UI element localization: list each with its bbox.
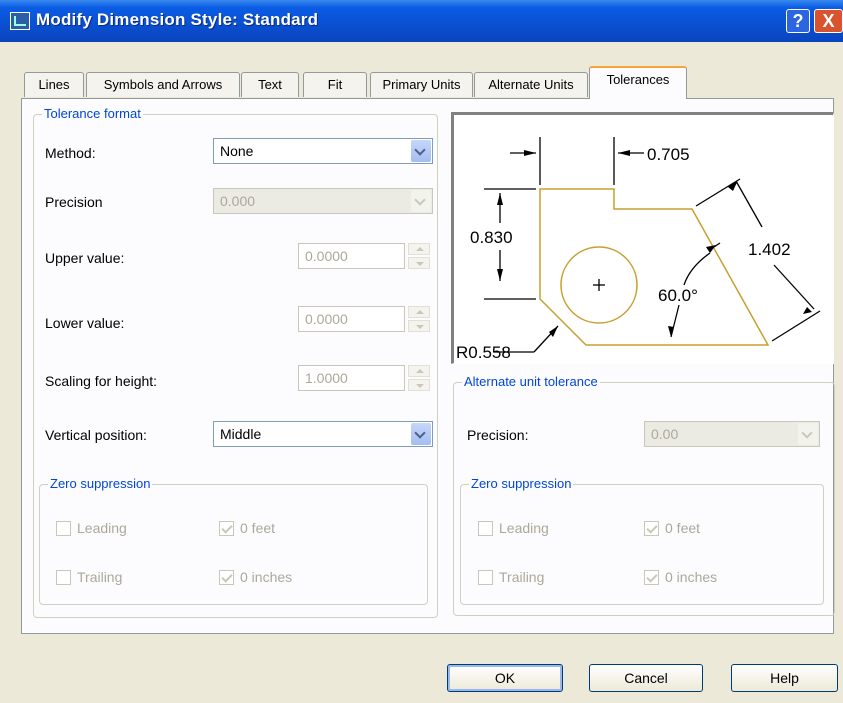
vertical-position-select[interactable]: Middle	[213, 421, 433, 447]
method-value: None	[220, 143, 254, 159]
precision-value: 0.000	[220, 193, 256, 209]
method-label: Method:	[45, 145, 96, 161]
preview-drawing: 0.705 0.830 1.402 60.0° R0.558	[456, 137, 821, 362]
spin-down-icon[interactable]	[408, 257, 430, 269]
alt-zero-suppression-legend: Zero suppression	[469, 476, 574, 491]
alt-precision-label: Precision:	[467, 427, 529, 443]
dim-right-text: 1.402	[748, 240, 791, 259]
tab-fit[interactable]: Fit	[303, 72, 367, 97]
leading-checkbox[interactable]	[56, 521, 71, 536]
alt-zero-suppression-group: Zero suppression	[460, 476, 824, 605]
scaling-spinner[interactable]: 1.0000	[298, 365, 430, 391]
method-select[interactable]: None	[213, 138, 433, 164]
tab-alternate-units[interactable]: Alternate Units	[474, 72, 588, 97]
zero-suppression-legend: Zero suppression	[48, 476, 153, 491]
lower-value-value: 0.0000	[305, 311, 348, 327]
alt-zero-feet-checkbox[interactable]	[644, 521, 659, 536]
tab-lines[interactable]: Lines	[24, 72, 84, 97]
precision-select[interactable]: 0.000	[213, 188, 433, 214]
alt-leading-checkbox[interactable]	[478, 521, 493, 536]
help-title-button[interactable]: ?	[786, 9, 810, 33]
alt-zero-inches-checkbox[interactable]	[644, 570, 659, 585]
trailing-checkbox[interactable]	[56, 570, 71, 585]
spin-up-icon[interactable]	[408, 243, 430, 255]
tab-symbols-and-arrows[interactable]: Symbols and Arrows	[86, 72, 240, 97]
vertical-position-label: Vertical position:	[45, 427, 147, 443]
upper-value-value: 0.0000	[305, 248, 348, 264]
angle-text: 60.0°	[658, 286, 698, 305]
precision-label: Precision	[45, 194, 103, 210]
dialog-window: Modify Dimension Style: Standard ? X Lin…	[0, 0, 843, 703]
alt-leading-label: Leading	[499, 520, 549, 536]
radius-text: R0.558	[456, 343, 511, 362]
tab-text[interactable]: Text	[241, 72, 299, 97]
zero-feet-checkbox[interactable]	[219, 521, 234, 536]
dim-left-text: 0.830	[470, 228, 513, 247]
vertical-position-value: Middle	[220, 426, 262, 442]
alt-precision-select[interactable]: 0.00	[644, 421, 820, 447]
chevron-down-icon[interactable]	[798, 423, 818, 445]
alt-zero-feet-label: 0 feet	[665, 520, 701, 536]
app-icon	[10, 12, 30, 30]
part-outline	[539, 188, 770, 346]
zero-inches-checkbox[interactable]	[219, 570, 234, 585]
cancel-button[interactable]: Cancel	[589, 664, 703, 692]
scaling-value: 1.0000	[305, 370, 348, 386]
upper-value-spinner[interactable]: 0.0000	[298, 243, 430, 269]
chevron-down-icon[interactable]	[411, 140, 431, 162]
dimension-preview: 0.705 0.830 1.402 60.0° R0.558	[451, 112, 834, 364]
alt-trailing-label: Trailing	[499, 569, 545, 585]
zero-inches-label: 0 inches	[240, 569, 293, 585]
zero-suppression-group: Zero suppression	[39, 476, 428, 605]
lower-value-label: Lower value:	[45, 315, 125, 331]
leading-label: Leading	[77, 520, 127, 536]
spin-up-icon[interactable]	[408, 365, 430, 377]
scaling-label: Scaling for height:	[45, 373, 158, 389]
tab-tolerances[interactable]: Tolerances	[589, 66, 687, 99]
tolerance-format-legend: Tolerance format	[42, 106, 143, 121]
chevron-down-icon[interactable]	[411, 190, 431, 212]
spin-down-icon[interactable]	[408, 379, 430, 391]
ok-button[interactable]: OK	[447, 664, 563, 692]
spin-up-icon[interactable]	[408, 306, 430, 318]
title-bar[interactable]: Modify Dimension Style: Standard ? X	[0, 0, 843, 42]
window-title: Modify Dimension Style: Standard	[36, 10, 319, 29]
lower-value-spinner[interactable]: 0.0000	[298, 306, 430, 332]
chevron-down-icon[interactable]	[411, 423, 431, 445]
close-button[interactable]: X	[814, 9, 843, 33]
zero-feet-label: 0 feet	[240, 520, 276, 536]
tab-primary-units[interactable]: Primary Units	[370, 72, 473, 97]
spin-down-icon[interactable]	[408, 320, 430, 332]
alt-trailing-checkbox[interactable]	[478, 570, 493, 585]
trailing-label: Trailing	[77, 569, 123, 585]
dim-top-text: 0.705	[647, 145, 690, 164]
alternate-unit-tolerance-legend: Alternate unit tolerance	[462, 374, 600, 389]
alt-zero-inches-label: 0 inches	[665, 569, 718, 585]
alt-precision-value: 0.00	[651, 426, 679, 442]
help-button[interactable]: Help	[731, 664, 838, 692]
upper-value-label: Upper value:	[45, 250, 125, 266]
